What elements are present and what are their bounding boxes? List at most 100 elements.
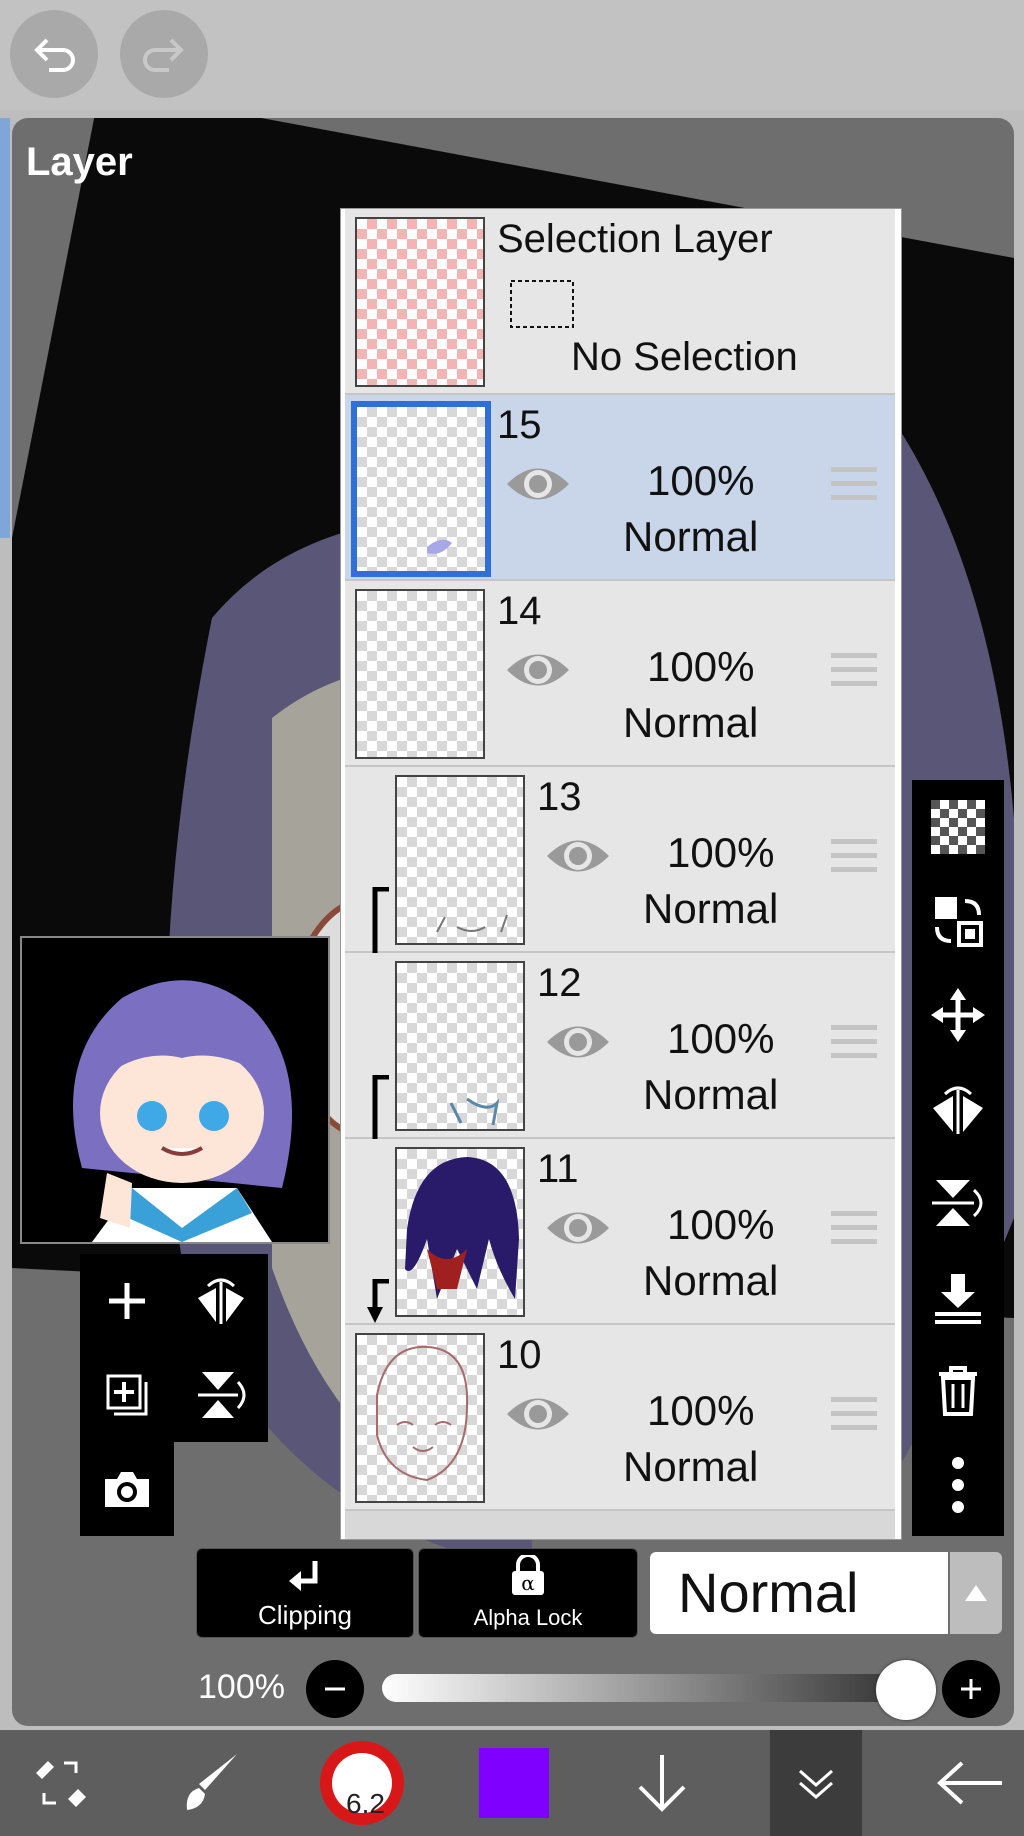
tool-switch-button[interactable]	[10, 1730, 110, 1836]
layer-name: 12	[537, 961, 582, 1005]
next-layer-row-partial	[345, 1511, 895, 1539]
camera-button[interactable]	[80, 1442, 174, 1536]
layer-blend-mode: Normal	[623, 1443, 759, 1490]
selection-layer-title: Selection Layer	[497, 217, 773, 261]
layer-blend-mode: Normal	[623, 699, 759, 746]
eye-icon[interactable]	[545, 829, 611, 883]
flip-vertical-button[interactable]	[174, 1348, 268, 1442]
blend-mode-value: Normal	[678, 1561, 859, 1624]
clipping-arrow-icon	[367, 1279, 389, 1323]
arrow-left-icon	[937, 1761, 1002, 1805]
layer-row[interactable]: 11 100% Normal	[345, 1139, 895, 1325]
layer-thumbnail	[351, 401, 491, 577]
layer-panel-toggle-button[interactable]	[770, 1730, 862, 1836]
flip-horizontal-button[interactable]	[174, 1254, 268, 1348]
eye-icon[interactable]	[505, 457, 571, 511]
drag-handle-icon[interactable]	[831, 1211, 877, 1251]
plus-icon	[109, 1283, 145, 1319]
eye-icon[interactable]	[505, 1387, 571, 1441]
camera-icon	[105, 1472, 149, 1507]
flip-horizontal-layer-button[interactable]	[912, 1062, 1004, 1156]
layer-name: 13	[537, 775, 582, 819]
undo-button[interactable]	[10, 10, 98, 98]
triangle-up-icon	[965, 1585, 987, 1601]
layer-opacity: 100%	[667, 1015, 775, 1062]
drag-handle-icon[interactable]	[831, 839, 877, 879]
layer-thumbnail	[395, 775, 525, 945]
swap-icon	[935, 897, 983, 947]
add-layer-button[interactable]	[80, 1254, 174, 1348]
layer-opacity: 100%	[647, 457, 755, 504]
alpha-lock-icon: α	[512, 1555, 544, 1595]
drag-handle-icon[interactable]	[831, 1397, 877, 1437]
flip-vertical-layer-button[interactable]	[912, 1156, 1004, 1250]
selection-layer-row[interactable]: Selection Layer No Selection	[345, 209, 895, 395]
layer-row[interactable]: 15 100% Normal	[345, 395, 895, 581]
layer-opacity: 100%	[667, 829, 775, 876]
merge-down-icon	[935, 1274, 981, 1324]
delete-layer-button[interactable]	[912, 1344, 1004, 1438]
transparent-fill-button[interactable]	[912, 780, 1004, 874]
layer-opacity: 100%	[647, 1387, 755, 1434]
color-button[interactable]	[464, 1730, 564, 1836]
selection-marquee-icon	[510, 280, 574, 328]
layer-thumbnail	[395, 1147, 525, 1317]
opacity-increase-button[interactable]	[942, 1660, 1000, 1718]
layer-row[interactable]: 13 100% Normal	[345, 767, 895, 1021]
more-options-button[interactable]	[912, 1438, 1004, 1532]
clipping-button[interactable]: Clipping	[196, 1548, 414, 1638]
flip-horizontal-icon	[198, 1278, 244, 1324]
back-button[interactable]	[920, 1730, 1020, 1836]
opacity-row: 100%	[0, 1660, 1024, 1720]
redo-icon	[143, 38, 184, 72]
layer-blend-mode: Normal	[643, 1257, 779, 1304]
move-button[interactable]	[912, 968, 1004, 1062]
minus-icon	[325, 1687, 345, 1691]
selection-layer-thumbnail	[355, 217, 485, 387]
swap-layers-button[interactable]	[912, 874, 1004, 968]
undo-icon	[34, 38, 75, 72]
layer-name: 10	[497, 1333, 542, 1377]
merge-down-button[interactable]	[912, 1250, 1004, 1344]
brush-size-button[interactable]: 6.2	[312, 1730, 412, 1836]
eye-icon[interactable]	[505, 643, 571, 697]
blend-mode-select[interactable]: Normal	[650, 1552, 948, 1634]
alpha-lock-button[interactable]: α Alpha Lock	[418, 1548, 638, 1638]
clipping-label: Clipping	[258, 1600, 352, 1630]
layer-tools-right	[912, 780, 1004, 1536]
flip-horizontal-icon	[933, 1086, 983, 1134]
layer-blend-mode: Normal	[623, 513, 759, 560]
bottom-toolbar: 6.2	[0, 1730, 1024, 1836]
layer-down-button[interactable]	[612, 1730, 712, 1836]
eraser-brush-swap-icon	[36, 1761, 86, 1807]
layer-name: 15	[497, 403, 542, 447]
drag-handle-icon[interactable]	[831, 467, 877, 507]
top-bar	[0, 0, 1024, 110]
svg-text:α: α	[521, 1571, 535, 1595]
opacity-slider-knob[interactable]	[876, 1660, 936, 1720]
trash-icon	[939, 1366, 977, 1416]
layer-row[interactable]: 10 100% Normal	[345, 1325, 895, 1511]
canvas-preview[interactable]	[20, 936, 330, 1244]
move-icon	[931, 988, 985, 1042]
layer-row[interactable]: 12 100% Normal	[345, 953, 895, 1209]
layer-name: 14	[497, 589, 542, 633]
opacity-label: 100%	[198, 1668, 285, 1706]
blend-mode-dropdown-button[interactable]	[950, 1552, 1002, 1634]
opacity-slider[interactable]	[382, 1674, 906, 1702]
eye-icon[interactable]	[545, 1201, 611, 1255]
brush-tool-button[interactable]	[160, 1730, 260, 1836]
opacity-decrease-button[interactable]	[306, 1660, 364, 1718]
double-chevron-down-icon	[799, 1769, 833, 1799]
drag-handle-icon[interactable]	[831, 653, 877, 693]
eye-icon[interactable]	[545, 1015, 611, 1069]
layer-row[interactable]: 14 100% Normal	[345, 581, 895, 767]
layer-blend-mode: Normal	[643, 885, 779, 932]
brush-icon	[186, 1754, 237, 1810]
preview-image	[22, 938, 328, 1242]
redo-button[interactable]	[120, 10, 208, 98]
more-vertical-icon	[952, 1457, 964, 1513]
add-copy-layer-button[interactable]	[80, 1348, 174, 1442]
drag-handle-icon[interactable]	[831, 1025, 877, 1065]
flip-vertical-icon	[932, 1180, 983, 1226]
